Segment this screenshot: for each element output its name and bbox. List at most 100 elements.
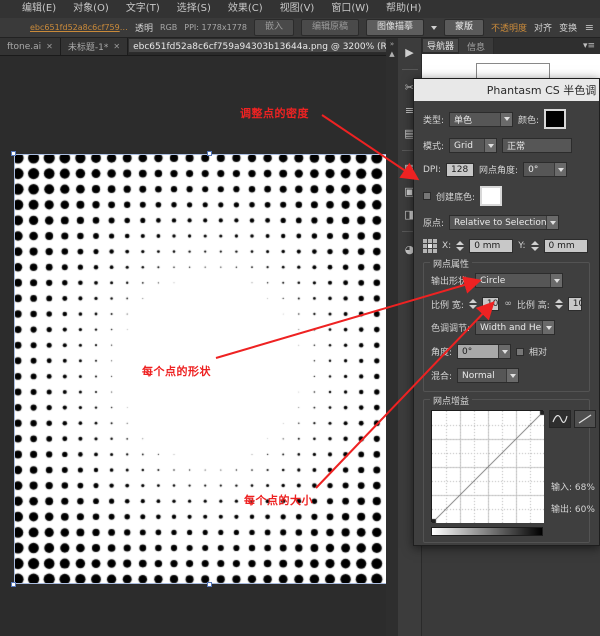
output-shape-select[interactable]: Circle [475, 273, 563, 288]
blend-select[interactable]: Normal [457, 368, 519, 383]
chevron-down-icon[interactable] [550, 274, 562, 287]
chevron-down-icon[interactable] [546, 216, 558, 229]
selection-handle-tl[interactable] [11, 151, 16, 156]
dpi-row: DPI: 128 网点角度: 0° [423, 162, 590, 177]
chevron-down-icon[interactable] [542, 321, 554, 334]
image-trace-button[interactable]: 图像描摹 [366, 19, 424, 36]
tone-adjust-label: 色调调节: [431, 321, 470, 334]
input-label: 输入: [551, 483, 572, 493]
color-swatch[interactable] [544, 109, 566, 129]
edit-original-button[interactable]: 编辑原稿 [301, 19, 359, 36]
x-input[interactable]: 0 mm [469, 239, 513, 253]
y-input[interactable]: 0 mm [544, 239, 588, 253]
transform-label[interactable]: 变换 [559, 21, 577, 34]
menu-item-object[interactable]: 对象(O) [73, 0, 109, 18]
document-tab-label: ftone.ai [7, 42, 41, 52]
close-icon[interactable]: ✕ [113, 42, 120, 51]
document-tab-1[interactable]: 未标题-1* ✕ [61, 38, 128, 55]
selection-arrow-icon[interactable]: ▶ [401, 44, 418, 60]
curve-canvas[interactable] [432, 411, 544, 523]
chevron-down-icon[interactable] [500, 113, 512, 126]
linked-file-name[interactable]: ebc651fd52a8c6cf759a94... [30, 23, 128, 32]
canvas-area[interactable] [0, 56, 386, 636]
output-shape-row: 输出形状: Circle [431, 273, 582, 288]
mode-label: 模式: [423, 139, 444, 152]
tone-adjust-row: 色调调节: Width and Height [431, 320, 582, 335]
type-select-value: 单色 [454, 113, 472, 126]
colorspace-label: RGB [160, 23, 177, 32]
origin-select[interactable]: Relative to Selection [449, 215, 559, 230]
panel-menu-icon[interactable]: ≡ [585, 21, 594, 34]
chevron-down-icon[interactable] [498, 345, 510, 358]
offset-row: X: 0 mm Y: 0 mm [423, 239, 590, 253]
opacity-label[interactable]: 不透明度 [491, 21, 527, 34]
menu-item-help[interactable]: 帮助(H) [386, 0, 421, 18]
menu-item-view[interactable]: 视图(V) [280, 0, 315, 18]
tab-navigator[interactable]: 导航器 [422, 38, 459, 53]
tone-adjust-select[interactable]: Width and Height [475, 320, 555, 335]
curve-pencil-icon[interactable] [574, 410, 596, 428]
ppi-label: PPI: 1778x1778 [184, 23, 247, 32]
y-stepper[interactable] [531, 239, 539, 253]
relative-checkbox[interactable] [516, 348, 524, 356]
chevron-down-icon[interactable] [431, 26, 437, 30]
document-tab-0[interactable]: ftone.ai ✕ [0, 38, 61, 55]
dot-gain-curve[interactable] [431, 410, 543, 522]
dpi-input[interactable]: 128 [446, 163, 474, 177]
origin-label: 原点: [423, 216, 444, 229]
curve-smooth-icon[interactable] [549, 410, 571, 428]
mask-button[interactable]: 蒙版 [444, 19, 484, 36]
dialog-body: 类型: 单色 颜色: 模式: Grid 正常 DPI: [414, 101, 599, 253]
input-value: 68% [575, 483, 595, 493]
angle-input[interactable]: 0° [457, 344, 511, 359]
create-background-checkbox[interactable] [423, 192, 431, 200]
menu-item-effect[interactable]: 效果(C) [228, 0, 263, 18]
menu-item-window[interactable]: 窗口(W) [331, 0, 369, 18]
document-tab-label: ebc651fd52a8c6cf759a94303b13644a.png @ 3… [133, 39, 424, 52]
menu-item-edit[interactable]: 编辑(E) [22, 0, 56, 18]
dock-collapse-rail[interactable]: » ▲ [386, 38, 398, 636]
blend-mode-value: 正常 [507, 139, 525, 152]
panel-menu-icon[interactable]: ▾≡ [578, 38, 600, 54]
chain-link-icon[interactable]: ∞ [504, 299, 512, 309]
chevron-right-icon[interactable]: » [386, 38, 398, 48]
scale-width-stepper[interactable] [469, 297, 477, 311]
dialog-title: Phantasm CS 半色调 [414, 79, 599, 101]
chevron-up-icon[interactable]: ▲ [386, 48, 398, 58]
selection-handle-bc[interactable] [207, 582, 212, 587]
dpi-label: DPI: [423, 165, 441, 175]
scale-width-input[interactable]: 100% [482, 297, 499, 311]
output-label: 输出: [551, 505, 572, 515]
mode-select-value: Grid [454, 141, 473, 151]
embed-button[interactable]: 嵌入 [254, 19, 294, 36]
tab-info[interactable]: 信息 [459, 38, 494, 54]
type-select[interactable]: 单色 [449, 112, 513, 127]
align-label[interactable]: 对齐 [534, 21, 552, 34]
selection-edge-left [14, 154, 15, 584]
anchor-point-icon[interactable] [423, 239, 437, 253]
selection-handle-tc[interactable] [207, 151, 212, 156]
menu-item-select[interactable]: 选择(S) [177, 0, 211, 18]
x-stepper[interactable] [456, 239, 464, 253]
close-icon[interactable]: ✕ [46, 42, 53, 51]
blend-mode-select[interactable]: 正常 [502, 138, 572, 153]
menu-item-type[interactable]: 文字(T) [126, 0, 160, 18]
phantasm-halftone-dialog[interactable]: Phantasm CS 半色调 类型: 单色 颜色: 模式: Grid 正常 [413, 78, 600, 546]
x-label: X: [442, 241, 451, 251]
menu-bar: 编辑(E) 对象(O) 文字(T) 选择(S) 效果(C) 视图(V) 窗口(W… [0, 0, 600, 18]
scale-height-stepper[interactable] [555, 297, 563, 311]
selection-handle-bl[interactable] [11, 582, 16, 587]
mode-row: 模式: Grid 正常 [423, 138, 590, 153]
screen-angle-label: 网点角度: [479, 163, 518, 176]
scale-height-input[interactable]: 100% [568, 297, 582, 311]
mode-select[interactable]: Grid [449, 138, 497, 153]
chevron-down-icon[interactable] [484, 139, 496, 152]
background-color-swatch[interactable] [480, 186, 502, 206]
relative-label: 相对 [529, 345, 547, 358]
screen-angle-input[interactable]: 0° [523, 162, 567, 177]
chevron-down-icon[interactable] [554, 163, 566, 176]
transparency-label: 透明 [135, 21, 153, 34]
output-shape-value: Circle [480, 276, 505, 286]
scale-row: 比例 宽: 100% ∞ 比例 高: 100% [431, 297, 582, 311]
chevron-down-icon[interactable] [506, 369, 518, 382]
